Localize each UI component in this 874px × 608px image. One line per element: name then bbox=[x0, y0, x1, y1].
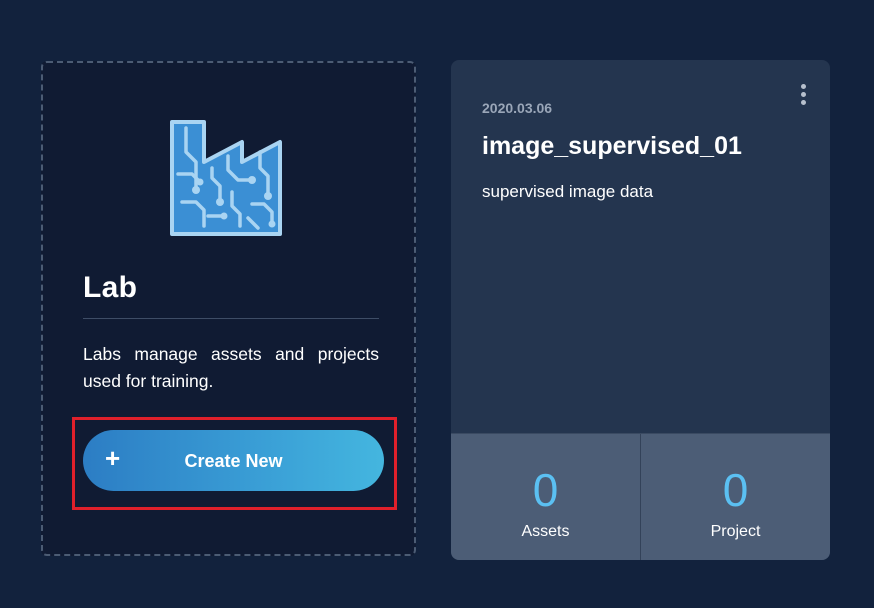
project-count: 0 bbox=[722, 464, 749, 516]
project-label: Project bbox=[710, 523, 761, 540]
lab-description: Labs manage assets and projects used for… bbox=[83, 344, 379, 391]
lab-name: image_supervised_01 bbox=[482, 132, 742, 160]
create-new-label: Create New bbox=[184, 451, 283, 471]
lab-card-description: supervised image data bbox=[482, 182, 654, 201]
create-new-button[interactable]: + Create New bbox=[83, 430, 384, 491]
assets-label: Assets bbox=[521, 523, 570, 540]
more-vertical-icon[interactable] bbox=[795, 84, 811, 110]
create-lab-card: Lab Labs manage assets and projects used… bbox=[41, 61, 416, 556]
lab-title: Lab bbox=[83, 271, 138, 304]
lab-card[interactable]: 2020.03.06 image_supervised_01 supervise… bbox=[451, 60, 830, 560]
factory-circuit-icon bbox=[170, 120, 282, 236]
stat-project[interactable]: 0 Project bbox=[640, 434, 830, 560]
lab-date: 2020.03.06 bbox=[482, 100, 553, 116]
assets-count: 0 bbox=[532, 464, 559, 516]
stat-assets[interactable]: 0 Assets bbox=[451, 434, 640, 560]
divider bbox=[83, 318, 379, 319]
lab-stats: 0 Assets 0 Project bbox=[451, 433, 830, 560]
